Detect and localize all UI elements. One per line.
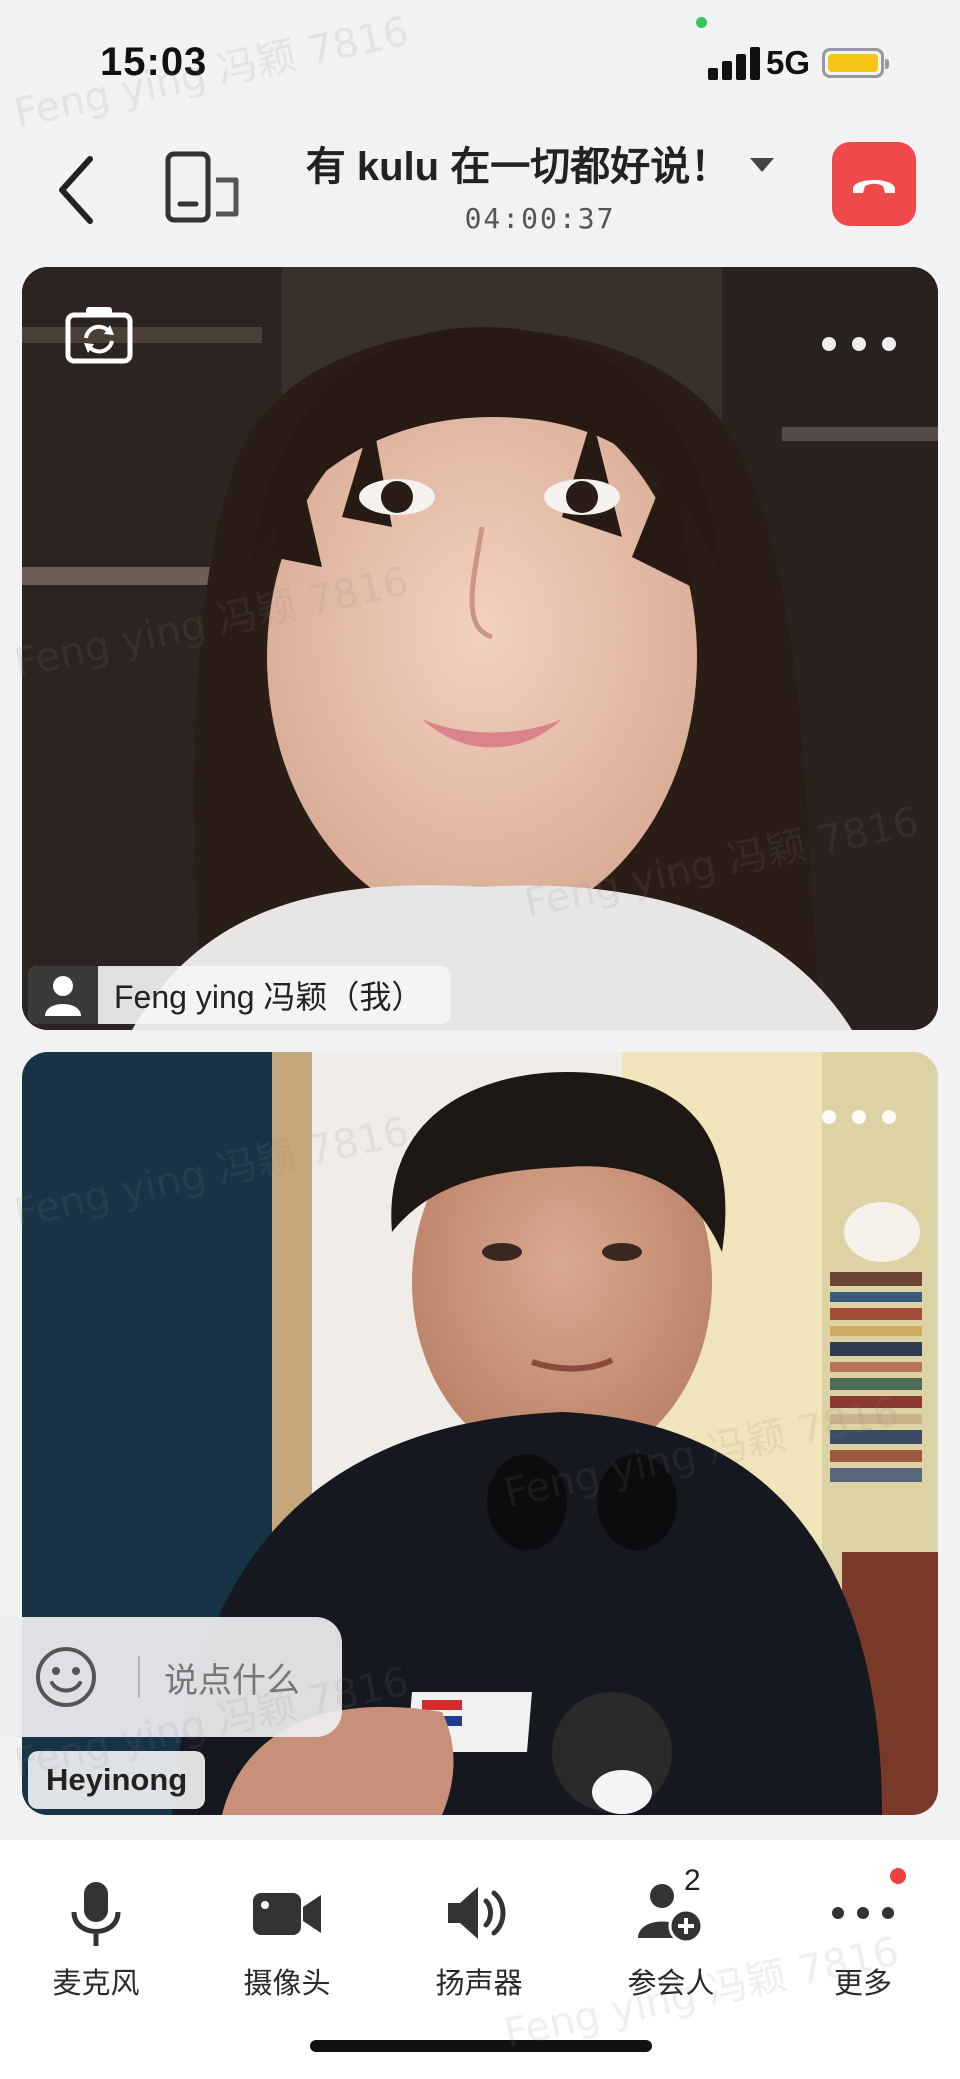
chat-divider [138, 1656, 140, 1698]
switch-camera-button[interactable] [64, 303, 134, 365]
dot-icon [822, 1110, 836, 1124]
participant-name-tag: Heyinong [28, 1751, 206, 1809]
meeting-title: 有 kulu 在一切都好说！ [305, 145, 731, 189]
tool-label: 扬声器 [435, 1968, 523, 2000]
more-button[interactable]: 更多 [778, 1868, 948, 2002]
camera-switch-icon [65, 307, 133, 364]
chevron-left-icon [59, 156, 93, 224]
microphone-icon [11, 1878, 181, 1948]
switch-device-button[interactable] [160, 148, 244, 232]
tool-label: 更多 [833, 1968, 892, 2000]
phone-to-screen-icon [165, 151, 239, 223]
back-button[interactable] [46, 150, 106, 230]
home-indicator [310, 2040, 652, 2052]
tool-label: 摄像头 [243, 1968, 331, 2000]
caret-down-icon [750, 158, 775, 172]
chat-placeholder: 说点什么 [164, 1661, 300, 1700]
call-duration: 04:00:37 [464, 202, 616, 235]
dot-icon [852, 1110, 866, 1124]
signal-icon [708, 46, 764, 80]
notification-dot [890, 1868, 906, 1884]
participant-name: Heyinong [46, 1762, 188, 1797]
dot-icon [882, 1110, 896, 1124]
microphone-button[interactable]: 麦克风 [11, 1878, 181, 2002]
status-bar: 15:03 5G [0, 0, 960, 130]
more-dots-icon [778, 1868, 948, 1948]
network-type: 5G [766, 44, 811, 81]
participant-name-tag: Feng ying 冯颖（我） [28, 966, 452, 1024]
dot-icon [822, 337, 836, 351]
self-video-feed [22, 267, 938, 1030]
hang-up-icon [853, 180, 895, 193]
tool-label: 麦克风 [52, 1968, 140, 2000]
hang-up-button[interactable] [832, 142, 916, 226]
tile-more-button[interactable] [822, 329, 896, 359]
chat-input-bubble[interactable]: 说点什么 [0, 1617, 342, 1737]
participant-name: Feng ying 冯颖（我） [114, 979, 424, 1015]
privacy-indicator-dot [696, 17, 707, 28]
emoji-icon[interactable] [34, 1645, 98, 1709]
speaker-icon [394, 1878, 564, 1948]
dot-icon [882, 337, 896, 351]
camera-button[interactable]: 摄像头 [202, 1878, 372, 2002]
video-tile-self[interactable]: Feng ying 冯颖（我） [22, 267, 938, 1030]
tile-more-button[interactable] [822, 1102, 896, 1132]
call-header: 有 kulu 在一切都好说！ 04:00:37 [0, 120, 960, 260]
participant-count: 2 [684, 1864, 701, 1897]
video-camera-icon [202, 1878, 372, 1948]
participants-icon: 2 [586, 1864, 756, 1948]
speaker-button[interactable]: 扬声器 [394, 1878, 564, 2002]
participants-button[interactable]: 2 参会人 [586, 1864, 756, 2002]
dot-icon [852, 337, 866, 351]
tool-label: 参会人 [627, 1968, 715, 2000]
meeting-title-area: 有 kulu 在一切都好说！ 04:00:37 [290, 134, 790, 235]
battery-icon [822, 48, 889, 78]
user-icon [28, 966, 98, 1024]
meeting-title-dropdown[interactable]: 有 kulu 在一切都好说！ [305, 134, 775, 192]
status-time: 15:03 [100, 40, 208, 84]
